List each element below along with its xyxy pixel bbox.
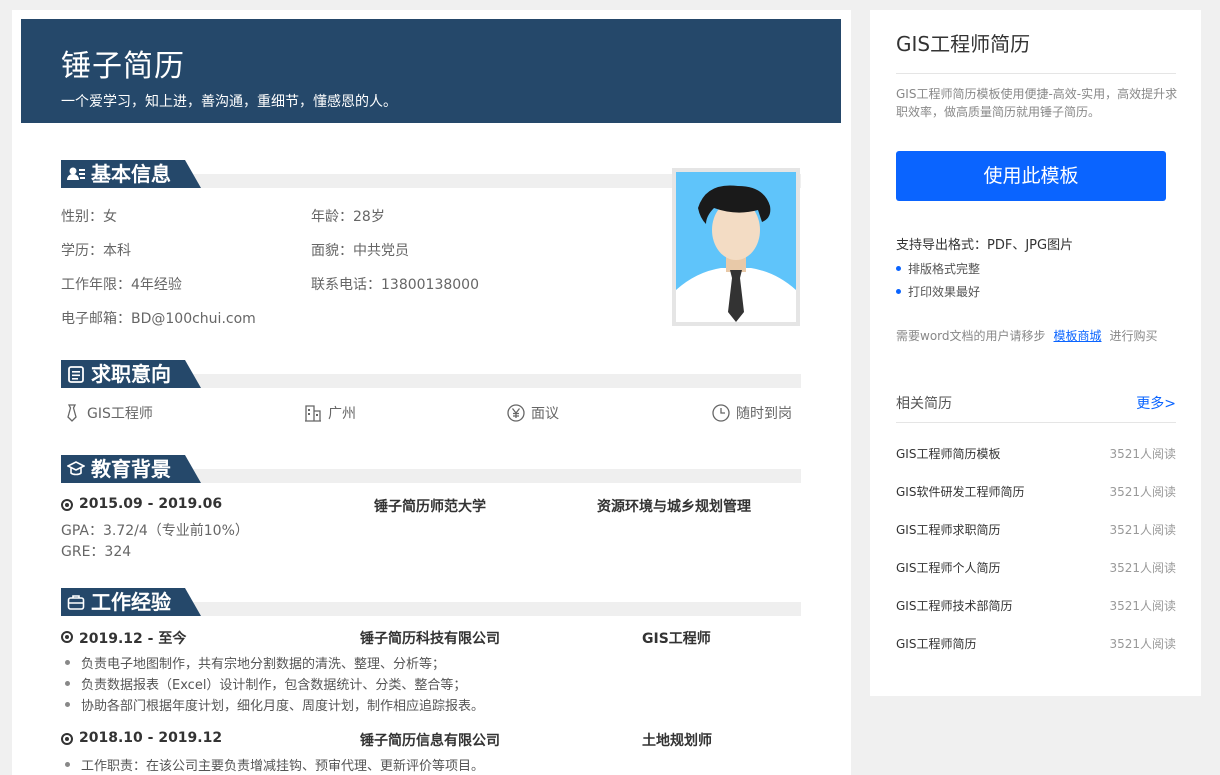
edu-gre: GRE：324: [61, 544, 132, 560]
use-template-button[interactable]: 使用此模板: [896, 151, 1166, 201]
related-item-count: 3521人阅读: [1109, 561, 1176, 575]
tie-icon: [67, 404, 77, 422]
work-role: GIS工程师: [642, 631, 711, 647]
intent-arrival: 随时到岗: [712, 403, 792, 423]
info-years: 工作年限：4年经验: [61, 277, 182, 293]
related-item-count: 3521人阅读: [1109, 637, 1176, 651]
resume-preview: 锤子简历 一个爱学习，知上进，善沟通，重细节，懂感恩的人。 基本信息 性别：女 …: [12, 10, 851, 775]
template-title: GIS工程师简历: [896, 32, 1031, 56]
info-gender: 性别：女: [61, 209, 117, 225]
work-bullet: 负责数据报表（Excel）设计制作，包含数据统计、分类、整合等；: [61, 674, 466, 693]
related-item[interactable]: GIS软件研发工程师简历 3521人阅读: [896, 483, 1176, 503]
intent-salary: 面议: [507, 403, 559, 423]
user-card-icon: [67, 167, 85, 180]
info-age: 年龄：28岁: [311, 209, 385, 225]
clock-icon: [712, 404, 730, 422]
avatar-photo: [672, 168, 800, 326]
related-item-name[interactable]: GIS软件研发工程师简历: [896, 483, 1024, 500]
related-item-count: 3521人阅读: [1109, 485, 1176, 499]
edu-school: 锤子简历师范大学: [374, 499, 486, 515]
resume-header: 锤子简历 一个爱学习，知上进，善沟通，重细节，懂感恩的人。: [21, 19, 841, 123]
edu-gpa: GPA：3.72/4（专业前10%）: [61, 523, 249, 539]
intent-city: 广州: [304, 403, 356, 423]
building-icon: [305, 405, 321, 422]
timeline-dot: [61, 733, 73, 745]
section-title-intent: 求职意向: [91, 362, 171, 386]
edu-period: 2015.09 - 2019.06: [79, 496, 223, 512]
export-formats: 支持导出格式：PDF、JPG图片: [896, 238, 1074, 253]
related-item-name[interactable]: GIS工程师个人简历: [896, 559, 1000, 576]
work-bullet: 工作职责：在该公司主要负责增减挂钩、预审代理、更新评价等项目。: [61, 755, 484, 774]
work-role: 土地规划师: [642, 733, 712, 749]
related-item-name[interactable]: GIS工程师简历模板: [896, 445, 1000, 462]
graduation-cap-icon: [67, 461, 85, 476]
work-period: 2019.12 - 至今: [79, 631, 187, 647]
yen-icon: [507, 404, 525, 422]
section-title-education: 教育背景: [91, 457, 171, 481]
feature-item: 排版格式完整: [896, 260, 980, 277]
related-item-name[interactable]: GIS工程师求职简历: [896, 521, 1000, 538]
related-item-name[interactable]: GIS工程师简历: [896, 635, 976, 652]
edu-major: 资源环境与城乡规划管理: [597, 499, 751, 515]
work-period: 2018.10 - 2019.12: [79, 730, 223, 746]
related-title: 相关简历: [896, 396, 952, 412]
section-title-work: 工作经验: [91, 590, 171, 614]
related-item-count: 3521人阅读: [1109, 523, 1176, 537]
resume-name: 锤子简历: [61, 49, 185, 84]
template-sidebar: GIS工程师简历 GIS工程师简历模板使用便捷-高效-实用，高效提升求职效率，做…: [870, 10, 1201, 696]
related-item-name[interactable]: GIS工程师技术部简历: [896, 597, 1012, 614]
section-job-intent: 求职意向: [61, 360, 801, 388]
intent-position: GIS工程师: [63, 403, 153, 423]
work-company: 锤子简历科技有限公司: [360, 631, 500, 647]
related-more-link[interactable]: 更多>: [1136, 393, 1176, 413]
feature-item: 打印效果最好: [896, 283, 980, 300]
section-title-basic: 基本信息: [91, 162, 171, 186]
info-politics: 面貌：中共党员: [311, 243, 409, 259]
divider: [896, 73, 1176, 74]
word-note: 需要word文档的用户请移步 模板商城 进行购买: [896, 329, 1158, 343]
timeline-dot: [61, 631, 73, 643]
related-item[interactable]: GIS工程师个人简历 3521人阅读: [896, 559, 1176, 579]
info-phone: 联系电话：13800138000: [311, 277, 479, 293]
section-work: 工作经验: [61, 588, 801, 616]
info-email: 电子邮箱：BD@100chui.com: [61, 311, 256, 327]
related-item[interactable]: GIS工程师简历 3521人阅读: [896, 635, 1176, 655]
related-item-count: 3521人阅读: [1109, 599, 1176, 613]
resume-motto: 一个爱学习，知上进，善沟通，重细节，懂感恩的人。: [61, 94, 397, 110]
template-store-link[interactable]: 模板商城: [1054, 329, 1102, 343]
clipboard-icon: [68, 366, 84, 383]
related-item[interactable]: GIS工程师简历模板 3521人阅读: [896, 445, 1176, 465]
section-education: 教育背景: [61, 455, 801, 483]
work-company: 锤子简历信息有限公司: [360, 733, 500, 749]
info-degree: 学历：本科: [61, 243, 131, 259]
timeline-dot: [61, 499, 73, 511]
related-item[interactable]: GIS工程师技术部简历 3521人阅读: [896, 597, 1176, 617]
template-description: GIS工程师简历模板使用便捷-高效-实用，高效提升求职效率，做高质量简历就用锤子…: [896, 87, 1178, 119]
briefcase-icon: [67, 595, 85, 610]
work-bullet: 负责电子地图制作，共有宗地分割数据的清洗、整理、分析等；: [61, 653, 445, 672]
related-item[interactable]: GIS工程师求职简历 3521人阅读: [896, 521, 1176, 541]
related-item-count: 3521人阅读: [1109, 447, 1176, 461]
work-bullet: 协助各部门根据年度计划，细化月度、周度计划，制作相应追踪报表。: [61, 695, 484, 714]
avatar-illustration: [676, 172, 796, 322]
divider: [896, 422, 1176, 423]
